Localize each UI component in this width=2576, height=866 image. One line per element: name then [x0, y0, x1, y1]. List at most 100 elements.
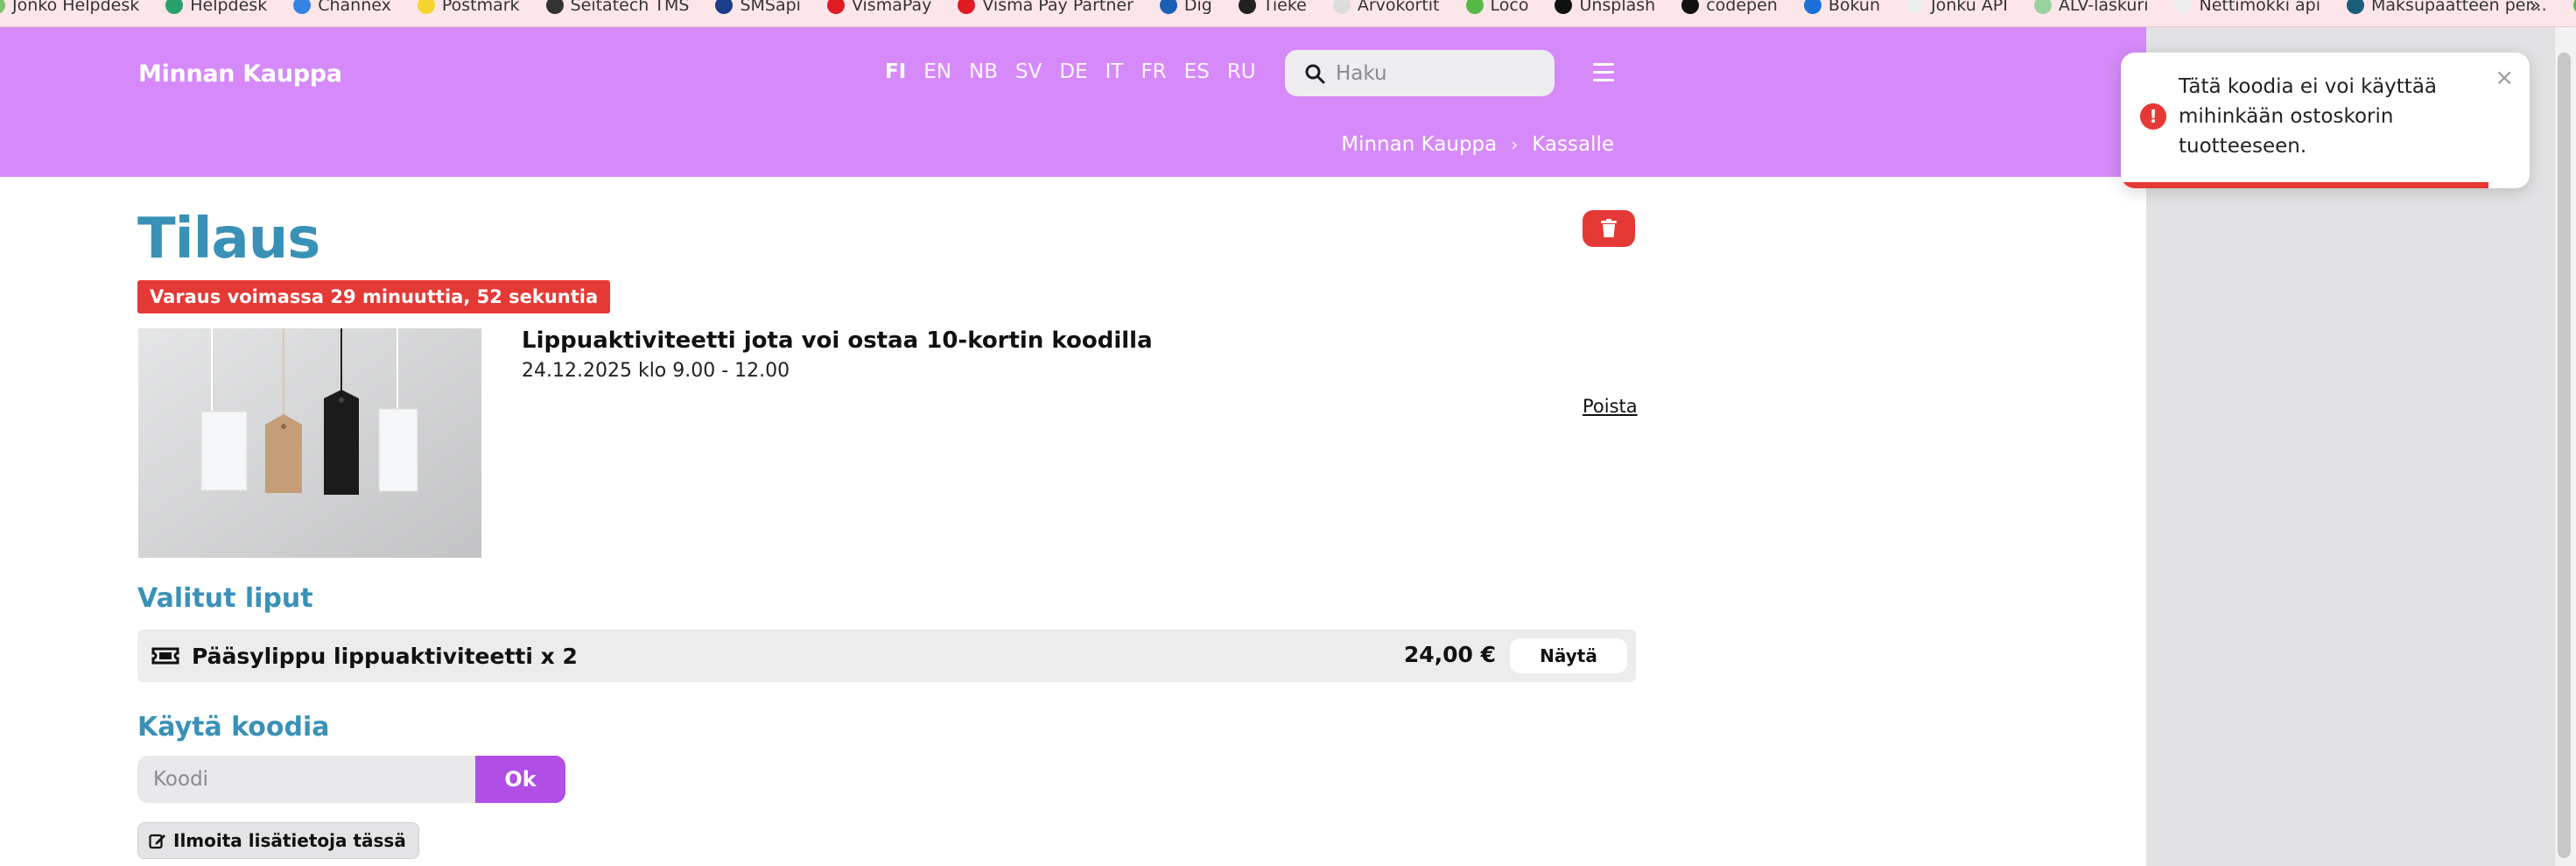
search-box[interactable] — [1285, 50, 1555, 96]
bookmark-favicon-icon — [545, 0, 564, 14]
scrollbar-thumb[interactable] — [2558, 53, 2571, 858]
bookmark-item[interactable]: Helpdesk — [165, 0, 267, 15]
hamburger-menu-icon[interactable] — [1593, 63, 1614, 82]
lang-en[interactable]: EN — [923, 60, 951, 83]
bookmark-favicon-icon — [715, 0, 733, 14]
bookmark-item[interactable]: ALV-laskuri — [2033, 0, 2149, 15]
bookmarks-overflow-button[interactable]: » — [2530, 0, 2541, 17]
bookmark-item[interactable]: Channex — [293, 0, 391, 15]
use-code-heading: Käytä koodia — [137, 712, 330, 743]
bookmark-label: Arvokortit — [1357, 0, 1440, 15]
bookmark-favicon-icon — [1159, 0, 1177, 14]
code-input[interactable] — [137, 756, 475, 803]
bookmark-item[interactable]: Tyovuorot — [2572, 0, 2576, 15]
bookmark-item[interactable]: Visma Pay Partner — [958, 0, 1134, 15]
bookmark-favicon-icon — [1803, 0, 1821, 14]
lang-it[interactable]: IT — [1106, 60, 1124, 83]
product-image — [138, 328, 481, 558]
bookmark-item[interactable]: codepen — [1681, 0, 1778, 15]
bookmark-label: Bokun — [1828, 0, 1881, 15]
lang-sv[interactable]: SV — [1015, 60, 1042, 83]
lang-nb[interactable]: NB — [969, 60, 998, 83]
extra-info-label: Ilmoita lisätietoja tässä — [173, 830, 406, 851]
bookmark-favicon-icon — [417, 0, 435, 14]
bookmark-label: SMSapi — [740, 0, 801, 15]
bookmarks-list: Jonko Helpdesk Helpdesk Channex Postmark Sei… — [0, 0, 2576, 16]
bookmark-label: Postmark — [441, 0, 520, 15]
ticket-row: Pääsylippu lippuaktiviteetti x 2 24,00 €… — [137, 630, 1636, 682]
bookmark-label: Channex — [318, 0, 391, 15]
apply-code-button[interactable]: Ok — [475, 756, 565, 803]
bookmark-item[interactable]: Dig — [1159, 0, 1212, 15]
bookmark-item[interactable]: Arvokortit — [1332, 0, 1440, 15]
search-input[interactable] — [1334, 60, 1548, 86]
bookmark-item[interactable]: Maksupaatteen per... — [2347, 0, 2547, 15]
bookmark-favicon-icon — [2347, 0, 2365, 14]
bookmark-favicon-icon — [826, 0, 845, 14]
breadcrumb-item-checkout[interactable]: Kassalle — [1532, 133, 1614, 156]
bookmark-item[interactable]: Bokun — [1803, 0, 1881, 15]
page-title: Tilaus — [137, 207, 320, 271]
bookmark-label: codepen — [1706, 0, 1778, 15]
selected-tickets-heading: Valitut liput — [137, 583, 313, 614]
ticket-icon — [151, 647, 179, 665]
bookmark-favicon-icon — [0, 0, 5, 14]
bookmark-label: Dig — [1183, 0, 1212, 15]
lang-fr[interactable]: FR — [1141, 60, 1166, 83]
close-icon[interactable]: × — [2495, 65, 2514, 91]
bookmark-favicon-icon — [1332, 0, 1351, 14]
error-toast: ! Tätä koodia ei voi käyttää mihinkään o… — [2121, 53, 2530, 188]
bookmark-label: ALV-laskuri — [2058, 0, 2149, 15]
show-ticket-button[interactable]: Näytä — [1510, 638, 1627, 673]
language-switcher: FI EN NB SV DE IT FR ES RU — [885, 60, 1274, 83]
ticket-price: 24,00 € — [1403, 642, 1496, 667]
bookmark-label: Unsplash — [1579, 0, 1656, 15]
site-header: Minnan Kauppa FI EN NB SV DE IT FR ES RU Minnan … — [0, 27, 2146, 177]
bookmark-favicon-icon — [2174, 0, 2193, 14]
bookmark-label: Visma Pay Partner — [982, 0, 1134, 15]
reservation-timer-badge: Varaus voimassa 29 minuuttia, 52 sekunti… — [137, 280, 611, 313]
bookmark-favicon-icon — [293, 0, 312, 14]
empty-cart-button[interactable] — [1583, 210, 1635, 247]
bookmark-label: Nettimokki api — [2199, 0, 2321, 15]
bookmark-item[interactable]: Tieke — [1238, 0, 1307, 15]
bookmark-label: Helpdesk — [190, 0, 268, 15]
breadcrumb: Minnan Kauppa › Kassalle — [1341, 133, 1614, 156]
bookmark-label: VismaPay — [851, 0, 932, 15]
bookmark-favicon-icon — [1681, 0, 1700, 14]
product-name[interactable]: Lippuaktiviteetti jota voi ostaa 10-kort… — [522, 327, 1153, 354]
bookmark-item[interactable]: Nettimokki api — [2174, 0, 2320, 15]
bookmark-label: Loco — [1490, 0, 1529, 15]
extra-info-button[interactable]: Ilmoita lisätietoja tässä — [137, 822, 419, 859]
bookmarks-bar: Jonko Helpdesk Helpdesk Channex Postmark Sei… — [0, 0, 2576, 27]
lang-de[interactable]: DE — [1059, 60, 1087, 83]
bookmark-item[interactable]: Jonko Helpdesk — [0, 0, 139, 15]
bookmark-favicon-icon — [1555, 0, 1573, 14]
bookmark-favicon-icon — [1465, 0, 1484, 14]
lang-ru[interactable]: RU — [1227, 60, 1256, 83]
bookmark-item[interactable]: Unsplash — [1555, 0, 1655, 15]
product-date: 24.12.2025 klo 9.00 - 12.00 — [522, 360, 790, 382]
ticket-label: Pääsylippu lippuaktiviteetti x 2 — [192, 643, 578, 669]
bookmark-item[interactable]: Loco — [1465, 0, 1529, 15]
bookmark-favicon-icon — [1238, 0, 1256, 14]
bookmark-label: Jonku API — [1931, 0, 2008, 15]
lang-es[interactable]: ES — [1184, 60, 1210, 83]
bookmark-label: Tieke — [1262, 0, 1307, 15]
search-icon — [1305, 64, 1325, 83]
bookmark-favicon-icon — [1906, 0, 1925, 14]
bookmark-favicon-icon — [958, 0, 976, 14]
toast-message: Tätä koodia ei voi käyttää mihinkään ost… — [2179, 75, 2438, 158]
bookmark-item[interactable]: Seitatech TMS — [545, 0, 690, 15]
bookmark-item[interactable]: Jonku API — [1906, 0, 2008, 15]
remove-product-link[interactable]: Poista — [1583, 396, 1638, 417]
brand-logo[interactable]: Minnan Kauppa — [138, 60, 342, 88]
bookmark-item[interactable]: Postmark — [417, 0, 520, 15]
lang-fi[interactable]: FI — [885, 60, 906, 83]
bookmark-favicon-icon — [165, 0, 184, 14]
trash-icon — [1601, 219, 1617, 237]
bookmark-item[interactable]: VismaPay — [826, 0, 932, 15]
breadcrumb-item-home[interactable]: Minnan Kauppa — [1341, 133, 1497, 156]
bookmark-label: Seitatech TMS — [570, 0, 690, 15]
bookmark-item[interactable]: SMSapi — [715, 0, 801, 15]
